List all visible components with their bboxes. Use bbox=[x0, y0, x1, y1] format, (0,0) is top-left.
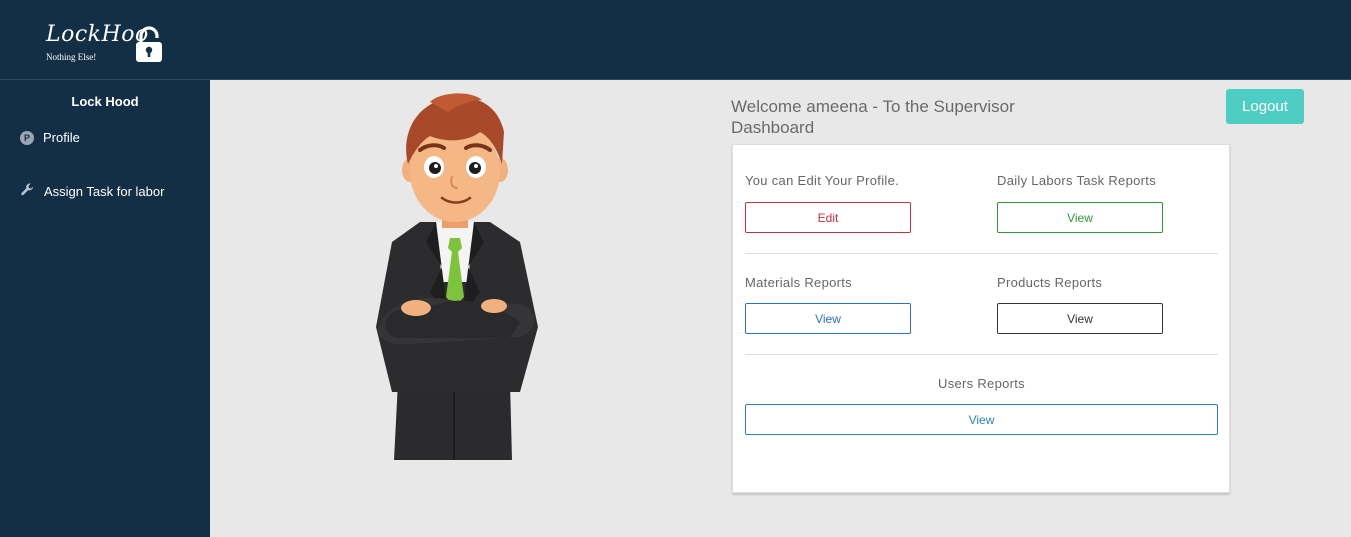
sidebar-title: Lock Hood bbox=[71, 94, 139, 109]
users-view-button[interactable]: View bbox=[745, 404, 1218, 435]
dashboard-card: You can Edit Your Profile. Edit Daily La… bbox=[732, 144, 1230, 493]
sidebar-item-assign-task[interactable]: Assign Task for labor bbox=[20, 182, 164, 200]
divider bbox=[745, 253, 1218, 254]
welcome-message: Welcome ameena - To the Supervisor Dashb… bbox=[731, 97, 1015, 137]
brand-tagline: Nothing Else! bbox=[46, 52, 97, 62]
edit-profile-label: You can Edit Your Profile. bbox=[745, 173, 900, 188]
materials-view-button[interactable]: View bbox=[745, 303, 911, 334]
sidebar: Lock Hood P Profile Assign Task for labo… bbox=[0, 80, 210, 537]
users-label: Users Reports bbox=[938, 376, 1025, 391]
sidebar-item-label: Assign Task for labor bbox=[44, 183, 165, 199]
products-view-button[interactable]: View bbox=[997, 303, 1163, 334]
daily-labors-view-button[interactable]: View bbox=[997, 202, 1163, 233]
materials-label: Materials Reports bbox=[745, 275, 852, 290]
profile-p-icon: P bbox=[20, 130, 34, 145]
logout-button[interactable]: Logout bbox=[1226, 89, 1304, 124]
daily-labors-label: Daily Labors Task Reports bbox=[997, 173, 1156, 188]
divider bbox=[745, 354, 1218, 355]
brand-logo[interactable]: LockHoo Nothing Else! bbox=[44, 22, 174, 66]
supervisor-illustration bbox=[370, 92, 545, 467]
sidebar-item-label: Profile bbox=[43, 130, 80, 145]
lock-icon bbox=[134, 26, 164, 69]
products-label: Products Reports bbox=[997, 275, 1103, 290]
edit-profile-button[interactable]: Edit bbox=[745, 202, 911, 233]
wrench-icon bbox=[20, 182, 35, 200]
sidebar-item-profile[interactable]: P Profile bbox=[20, 130, 80, 145]
top-bar: LockHoo Nothing Else! bbox=[0, 0, 1351, 80]
